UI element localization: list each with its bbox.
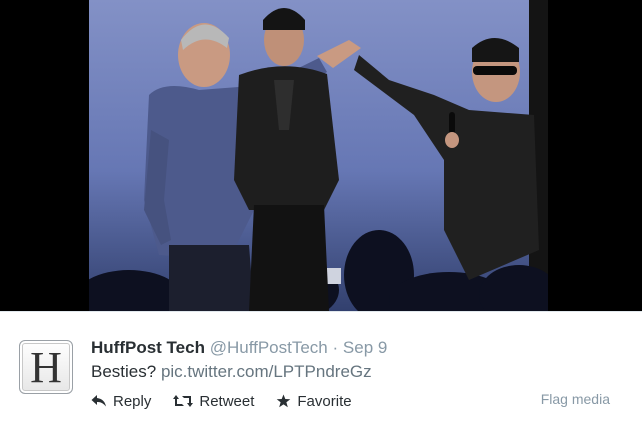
tweet-header: HuffPost Tech @HuffPostTech · Sep 9 (91, 338, 387, 358)
retweet-button[interactable]: Retweet (173, 393, 254, 410)
avatar-letter: H (30, 343, 62, 392)
retweet-icon (173, 395, 194, 407)
reply-label: Reply (113, 392, 152, 410)
tweet-media-link[interactable]: pic.twitter.com/LPTPndreGz (161, 362, 372, 381)
photo-illustration (89, 0, 548, 311)
favorite-label: Favorite (297, 392, 352, 410)
tweet-actions: Reply Retweet Favorite (91, 390, 374, 412)
reply-icon (91, 395, 106, 407)
reply-button[interactable]: Reply (91, 393, 151, 410)
tweet-card: H HuffPost Tech @HuffPostTech · Sep 9 Be… (0, 311, 642, 435)
tweet-body: Besties? (91, 362, 157, 381)
tweet-photo[interactable] (89, 0, 548, 311)
retweet-label: Retweet (199, 392, 255, 410)
favorite-button[interactable]: Favorite (276, 392, 352, 410)
tweet-text: Besties? pic.twitter.com/LPTPndreGz (91, 362, 372, 382)
separator-dot: · (332, 338, 339, 357)
media-viewer (0, 0, 642, 311)
flag-media-link[interactable]: Flag media (541, 391, 610, 407)
author-handle[interactable]: @HuffPostTech (210, 338, 328, 357)
star-icon (277, 394, 291, 408)
avatar[interactable]: H (19, 340, 73, 394)
tweet-date[interactable]: Sep 9 (343, 338, 387, 357)
author-name[interactable]: HuffPost Tech (91, 338, 205, 357)
